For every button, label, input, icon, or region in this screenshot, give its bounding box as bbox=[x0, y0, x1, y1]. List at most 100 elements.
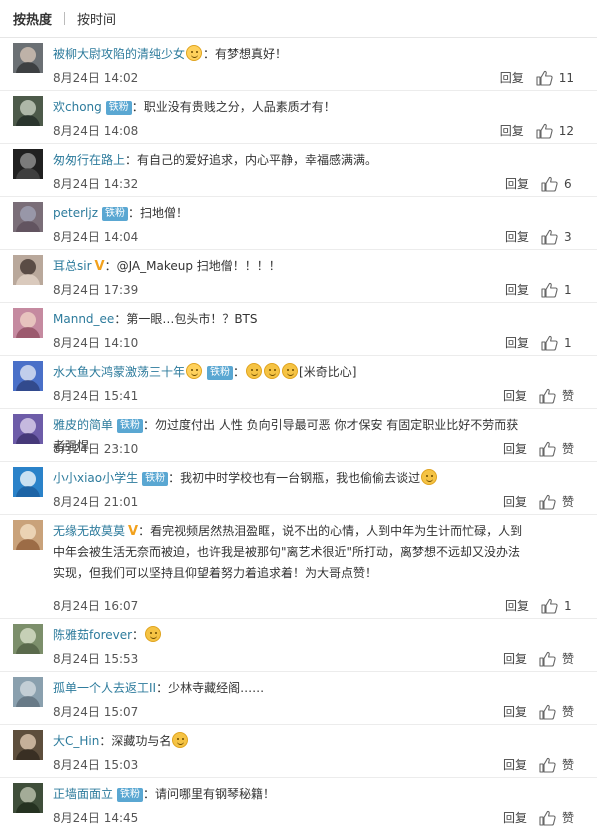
username-link[interactable]: 孤单一个人去返工II bbox=[53, 681, 156, 695]
avatar[interactable] bbox=[13, 624, 43, 654]
comment-timestamp: 8月24日 14:08 bbox=[53, 124, 139, 138]
username-link[interactable]: 欢chong bbox=[53, 100, 102, 114]
comment-timestamp: 8月24日 14:04 bbox=[53, 230, 139, 244]
comment-body: 被柳大尉攻陷的清纯少女 ：有梦想真好！ bbox=[0, 38, 597, 65]
reply-button[interactable]: 回复 bbox=[500, 122, 524, 139]
username-link[interactable]: 被柳大尉攻陷的清纯少女 bbox=[53, 47, 185, 61]
avatar[interactable] bbox=[13, 520, 43, 550]
like-count: 1 bbox=[564, 282, 572, 297]
comment-body: 水大鱼大鸿蒙激荡三十年 铁粉： [米奇比心] bbox=[0, 356, 597, 383]
username-link[interactable]: 陈雅茹forever bbox=[53, 628, 132, 642]
comment-actions: 回复 11 bbox=[500, 69, 574, 86]
comment-actions: 回复 12 bbox=[500, 122, 574, 139]
like-button[interactable]: 3 bbox=[541, 229, 574, 245]
like-count: 赞 bbox=[561, 389, 574, 403]
like-button[interactable]: 1 bbox=[541, 282, 574, 298]
comment-item: 小小xiao小学生 铁粉 ：我初中时学校也有一台钢瓶，我也偷偷去谈过 8月24日 21… bbox=[0, 462, 597, 515]
comment-text: ：扫地僧！ bbox=[128, 206, 189, 220]
like-button[interactable]: 12 bbox=[536, 123, 574, 139]
comment-text: ：有自己的爱好追求，内心平静，幸福感满满。 bbox=[125, 153, 378, 167]
thumb-up-icon bbox=[541, 598, 558, 614]
avatar[interactable] bbox=[13, 361, 43, 391]
username-link[interactable]: 小小xiao小学生 bbox=[53, 471, 138, 485]
avatar[interactable] bbox=[13, 730, 43, 760]
reply-button[interactable]: 回复 bbox=[505, 175, 529, 192]
divider bbox=[64, 12, 66, 25]
comment-timestamp: 8月24日 23:10 bbox=[53, 442, 139, 456]
like-button[interactable]: 11 bbox=[536, 70, 574, 86]
like-count: 赞 bbox=[561, 495, 574, 509]
avatar[interactable] bbox=[13, 414, 43, 444]
smile-emoji-icon bbox=[145, 626, 162, 642]
username-link[interactable]: 大C_Hin bbox=[53, 734, 99, 748]
username-link[interactable]: 耳总sir bbox=[53, 259, 92, 273]
like-count: 赞 bbox=[561, 442, 574, 456]
comment-item: 正墙面面立 铁粉 ：请问哪里有钢琴秘籍！ 8月24日 14:45 回复 赞 bbox=[0, 778, 597, 828]
like-button[interactable]: 1 bbox=[541, 598, 574, 614]
comment-text: ：少林寺藏经阁…… bbox=[156, 681, 265, 695]
like-button[interactable]: 赞 bbox=[539, 387, 574, 404]
avatar[interactable] bbox=[13, 467, 43, 497]
avatar[interactable] bbox=[13, 308, 43, 338]
reply-button[interactable]: 回复 bbox=[503, 387, 527, 404]
like-button[interactable]: 赞 bbox=[539, 440, 574, 457]
sort-tab-hot[interactable]: 按热度 bbox=[13, 9, 52, 28]
like-button[interactable]: 6 bbox=[541, 176, 574, 192]
like-count: 赞 bbox=[561, 758, 574, 772]
like-button[interactable]: 1 bbox=[541, 335, 574, 351]
reply-button[interactable]: 回复 bbox=[503, 440, 527, 457]
comment-timestamp: 8月24日 14:02 bbox=[53, 71, 139, 85]
username-link[interactable]: 水大鱼大鸿蒙激荡三十年 bbox=[53, 365, 185, 379]
username-link[interactable]: 雅皮的简单 bbox=[53, 418, 113, 432]
comment-item: 水大鱼大鸿蒙激荡三十年 铁粉： [米奇比心] 8月24日 15:41 回复 赞 bbox=[0, 356, 597, 409]
like-button[interactable]: 赞 bbox=[539, 756, 574, 773]
avatar[interactable] bbox=[13, 255, 43, 285]
comment-item: 被柳大尉攻陷的清纯少女 ：有梦想真好！ 8月24日 14:02 回复 11 bbox=[0, 38, 597, 91]
avatar[interactable] bbox=[13, 677, 43, 707]
username-link[interactable]: 匆匆行在路上 bbox=[53, 153, 125, 167]
like-button[interactable]: 赞 bbox=[539, 703, 574, 720]
reply-button[interactable]: 回复 bbox=[505, 228, 529, 245]
smile-emoji-icon bbox=[246, 363, 263, 379]
avatar[interactable] bbox=[13, 149, 43, 179]
avatar[interactable] bbox=[13, 783, 43, 813]
comment-item: Mannd_ee：第一眼…包头市！？BTS 8月24日 14:10 回复 1 bbox=[0, 303, 597, 356]
thumb-up-icon bbox=[539, 494, 556, 510]
thumb-up-icon bbox=[539, 441, 556, 457]
comment-body: 大C_Hin：深藏功与名 bbox=[0, 725, 597, 752]
like-count: 3 bbox=[564, 229, 572, 244]
reply-button[interactable]: 回复 bbox=[503, 756, 527, 773]
comment-text: ：职业没有贵贱之分，人品素质才有！ bbox=[131, 100, 336, 114]
reply-button[interactable]: 回复 bbox=[505, 597, 529, 614]
like-count: 赞 bbox=[561, 652, 574, 666]
comment-body: 无缘无故莫莫 V：看完视频居然热泪盈眶，说不出的心情，人到中年为生计而忙碌，人到中… bbox=[0, 515, 597, 584]
username-link[interactable]: 正墙面面立 bbox=[53, 787, 113, 801]
reply-button[interactable]: 回复 bbox=[503, 493, 527, 510]
comment-item: 孤单一个人去返工II：少林寺藏经阁…… 8月24日 15:07 回复 赞 bbox=[0, 672, 597, 725]
like-button[interactable]: 赞 bbox=[539, 809, 574, 826]
comment-actions: 回复 6 bbox=[505, 175, 574, 192]
avatar[interactable] bbox=[13, 43, 43, 73]
reply-button[interactable]: 回复 bbox=[503, 650, 527, 667]
like-button[interactable]: 赞 bbox=[539, 493, 574, 510]
comment-actions: 回复 赞 bbox=[503, 440, 574, 457]
like-count: 1 bbox=[564, 335, 572, 350]
reply-button[interactable]: 回复 bbox=[503, 809, 527, 826]
username-link[interactable]: Mannd_ee bbox=[53, 312, 114, 326]
thumb-up-icon bbox=[541, 229, 558, 245]
username-link[interactable]: peterljz bbox=[53, 206, 98, 220]
reply-button[interactable]: 回复 bbox=[505, 334, 529, 351]
like-button[interactable]: 赞 bbox=[539, 650, 574, 667]
reply-button[interactable]: 回复 bbox=[500, 69, 524, 86]
username-link[interactable]: 无缘无故莫莫 bbox=[53, 524, 125, 538]
reply-button[interactable]: 回复 bbox=[505, 281, 529, 298]
sort-tab-time[interactable]: 按时间 bbox=[77, 9, 116, 28]
comment-text: ：@JA_Makeup 扫地僧！！！！ bbox=[104, 259, 281, 273]
thumb-up-icon bbox=[539, 810, 556, 826]
comment-timestamp: 8月24日 15:07 bbox=[53, 705, 139, 719]
love-face-emoji-icon bbox=[186, 363, 203, 379]
reply-button[interactable]: 回复 bbox=[503, 703, 527, 720]
avatar[interactable] bbox=[13, 202, 43, 232]
avatar[interactable] bbox=[13, 96, 43, 126]
comment-text: ：我初中时学校也有一台钢瓶，我也偷偷去谈过 bbox=[168, 471, 421, 485]
